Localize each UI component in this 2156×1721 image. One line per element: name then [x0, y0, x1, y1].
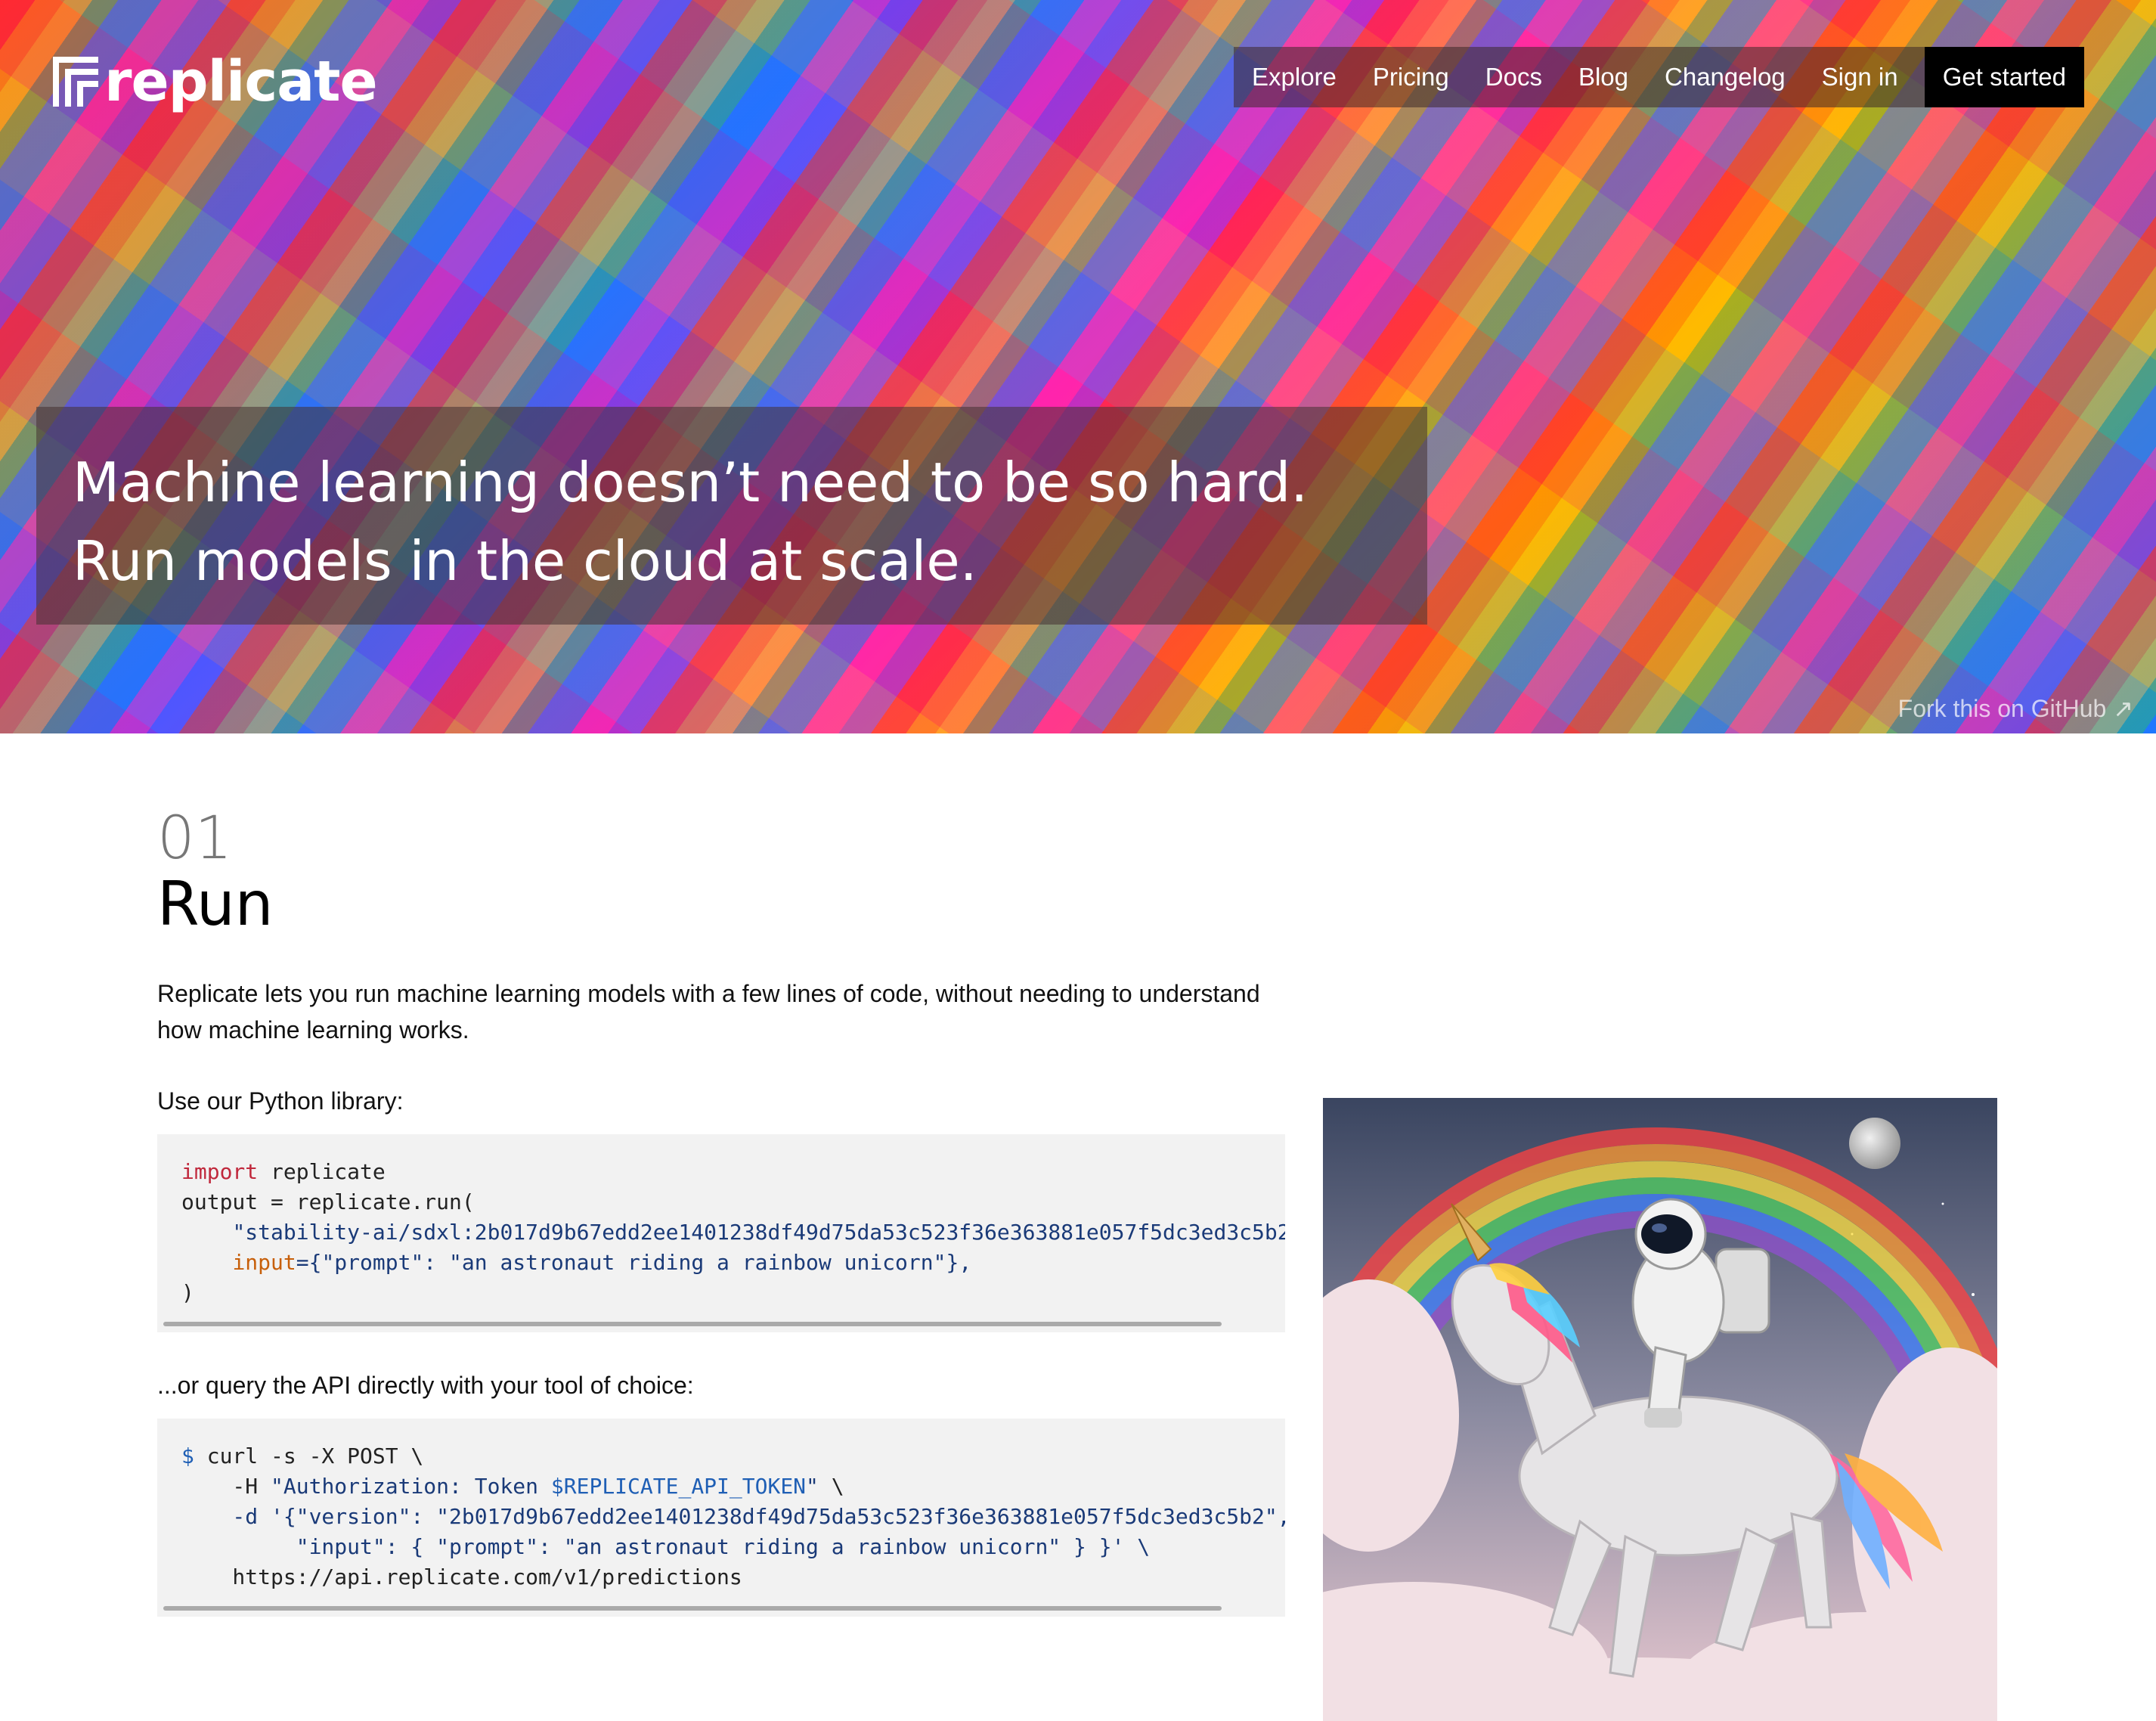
code-line: output = replicate.run(: [181, 1189, 475, 1214]
shell-prompt: $: [181, 1443, 194, 1468]
hero-tagline: Machine learning doesn’t need to be so h…: [73, 443, 1308, 600]
code-argument: input: [232, 1250, 296, 1275]
section-title: Run: [157, 869, 274, 939]
code-string: "Authorization: Token: [271, 1474, 551, 1499]
code-text: -H: [181, 1474, 271, 1499]
nav-blog[interactable]: Blog: [1560, 47, 1646, 107]
astronaut-unicorn-image: [1323, 1098, 1997, 1721]
code-variable: $REPLICATE_API_TOKEN: [550, 1474, 807, 1499]
nav-explore[interactable]: Explore: [1234, 47, 1355, 107]
python-code-block[interactable]: import replicate output = replicate.run( …: [157, 1134, 1285, 1332]
code-line: -d '{"version": "2b017d9b67edd2ee1401238…: [181, 1504, 1285, 1529]
nav-sign-in[interactable]: Sign in: [1804, 47, 1916, 107]
top-nav: Explore Pricing Docs Blog Changelog Sign…: [1234, 47, 2084, 107]
python-code: import replicate output = replicate.run( …: [181, 1157, 1285, 1308]
code-keyword: import: [181, 1159, 259, 1184]
code-text: replicate: [258, 1159, 386, 1184]
code-text: \: [818, 1474, 844, 1499]
curl-code: $ curl -s -X POST \ -H "Authorization: T…: [181, 1441, 1285, 1592]
curl-code-block[interactable]: $ curl -s -X POST \ -H "Authorization: T…: [157, 1419, 1285, 1617]
nav-changelog[interactable]: Changelog: [1646, 47, 1804, 107]
get-started-button[interactable]: Get started: [1924, 47, 2084, 107]
replicate-logo-icon: [53, 57, 98, 107]
api-label: ...or query the API directly with your t…: [157, 1372, 694, 1399]
python-label: Use our Python library:: [157, 1087, 404, 1115]
section-number: 01: [157, 805, 233, 873]
code-string: ": [806, 1474, 819, 1499]
nav-docs[interactable]: Docs: [1467, 47, 1560, 107]
hero-tagline-line1: Machine learning doesn’t need to be so h…: [73, 451, 1309, 514]
logo[interactable]: replicate: [53, 49, 378, 114]
hero-banner: replicate Explore Pricing Docs Blog Chan…: [0, 0, 2156, 733]
fork-on-github-link[interactable]: Fork this on GitHub ↗: [1898, 694, 2133, 723]
code-line: "input": { "prompt": "an astronaut ridin…: [181, 1534, 1151, 1559]
horizontal-scrollbar[interactable]: [163, 1606, 1222, 1611]
nav-pricing[interactable]: Pricing: [1355, 47, 1467, 107]
code-line: https://api.replicate.com/v1/predictions: [181, 1564, 742, 1589]
code-line: ): [181, 1280, 194, 1305]
hero-tagline-line2: Run models in the cloud at scale.: [73, 529, 977, 593]
code-text: ={"prompt": "an astronaut riding a rainb…: [296, 1250, 972, 1275]
code-string: "stability-ai/sdxl:2b017d9b67edd2ee14012…: [232, 1220, 1285, 1245]
horizontal-scrollbar[interactable]: [163, 1322, 1222, 1326]
logo-text: replicate: [104, 49, 378, 114]
code-text: curl -s -X POST \: [194, 1443, 424, 1468]
hero-tagline-box: Machine learning doesn’t need to be so h…: [36, 407, 1427, 625]
section-intro: Replicate lets you run machine learning …: [157, 980, 1260, 1043]
